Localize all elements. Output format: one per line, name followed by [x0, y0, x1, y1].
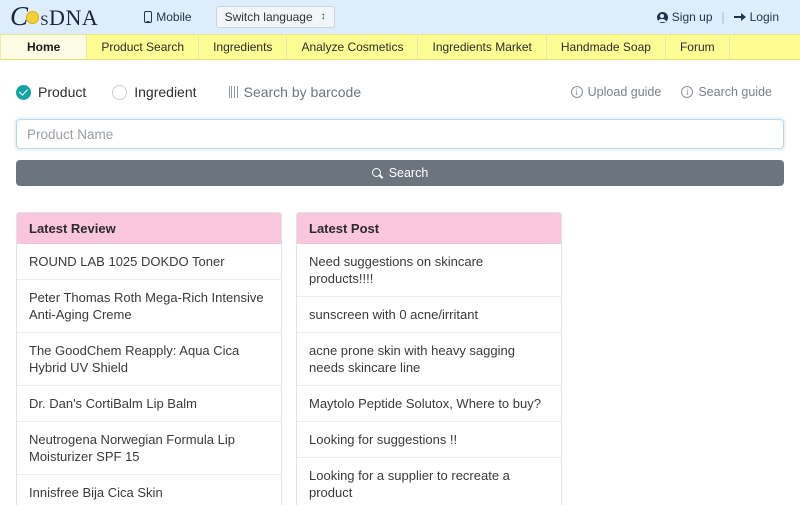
- search-input[interactable]: [16, 119, 784, 149]
- nav-item-home[interactable]: Home: [0, 35, 88, 59]
- search-button[interactable]: Search: [16, 160, 784, 186]
- search-magnifier-icon: [371, 167, 383, 179]
- login-label: Login: [749, 10, 779, 24]
- nav-item-forum[interactable]: Forum: [666, 35, 730, 59]
- nav-filler: [730, 35, 800, 59]
- list-item[interactable]: ROUND LAB 1025 DOKDO Toner: [17, 244, 281, 280]
- barcode-link-label: Search by barcode: [243, 84, 362, 100]
- list-item[interactable]: sunscreen with 0 acne/irritant: [297, 297, 561, 333]
- radio-unchecked-icon: [112, 84, 128, 100]
- list-item[interactable]: Innisfree Bija Cica Skin: [17, 475, 281, 505]
- radio-checked-icon: [16, 84, 31, 100]
- nav-item-handmade-soap[interactable]: Handmade Soap: [547, 35, 666, 59]
- latest-review-panel: Latest Review ROUND LAB 1025 DOKDO Toner…: [16, 212, 282, 505]
- info-circle-icon: i: [681, 86, 694, 98]
- mobile-phone-icon: [144, 11, 153, 23]
- search-input-wrap: [0, 119, 800, 149]
- page-content: Product Ingredient Search by barcode i U…: [0, 60, 800, 505]
- nav-item-ingredients[interactable]: Ingredients: [199, 35, 288, 59]
- mobile-site-link[interactable]: Mobile: [144, 10, 192, 24]
- search-guide-link[interactable]: i Search guide: [681, 85, 772, 99]
- list-item[interactable]: acne prone skin with heavy sagging needs…: [297, 333, 561, 386]
- list-item[interactable]: Looking for a supplier to recreate a pro…: [297, 458, 561, 505]
- search-mode-row: Product Ingredient Search by barcode i U…: [0, 78, 800, 106]
- user-circle-icon: [656, 11, 668, 23]
- latest-review-list: ROUND LAB 1025 DOKDO Toner Peter Thomas …: [17, 244, 281, 505]
- logo-dot-icon: [26, 11, 40, 24]
- list-item[interactable]: Looking for suggestions !!: [297, 422, 561, 458]
- chevron-updown-icon: ↕: [320, 11, 326, 22]
- upload-guide-label: Upload guide: [587, 85, 662, 99]
- login-link[interactable]: Login: [725, 10, 788, 24]
- latest-post-list: Need suggestions on skincare products!!!…: [297, 244, 561, 505]
- list-item[interactable]: Neutrogena Norwegian Formula Lip Moistur…: [17, 422, 281, 475]
- radio-ingredient-label: Ingredient: [134, 84, 197, 100]
- latest-review-title: Latest Review: [17, 213, 281, 244]
- nav-item-ingredients-market[interactable]: Ingredients Market: [418, 35, 547, 59]
- radio-ingredient[interactable]: Ingredient: [112, 84, 197, 100]
- sign-in-arrow-icon: [733, 12, 746, 23]
- radio-product-label: Product: [38, 84, 87, 100]
- logo-text-rest: sDNA: [40, 5, 99, 30]
- search-by-barcode-link[interactable]: Search by barcode: [228, 84, 362, 100]
- nav-item-product-search[interactable]: Product Search: [87, 35, 200, 59]
- list-item[interactable]: Need suggestions on skincare products!!!…: [297, 244, 561, 297]
- list-item[interactable]: Dr. Dan's CortiBalm Lip Balm: [17, 386, 281, 422]
- list-item[interactable]: Maytolo Peptide Solutox, Where to buy?: [297, 386, 561, 422]
- upload-guide-link[interactable]: i Upload guide: [570, 85, 662, 99]
- main-navigation: Home Product Search Ingredients Analyze …: [0, 34, 800, 60]
- info-circle-icon: i: [570, 86, 583, 98]
- top-header-bar: CsDNA Mobile Switch language ↕ Sign up |…: [0, 0, 800, 34]
- latest-post-panel: Latest Post Need suggestions on skincare…: [296, 212, 562, 505]
- list-item[interactable]: Peter Thomas Roth Mega-Rich Intensive An…: [17, 280, 281, 333]
- list-item[interactable]: The GoodChem Reapply: Aqua Cica Hybrid U…: [17, 333, 281, 386]
- site-logo[interactable]: CsDNA: [8, 3, 98, 31]
- panels-row: Latest Review ROUND LAB 1025 DOKDO Toner…: [0, 186, 800, 505]
- guide-links: i Upload guide i Search guide: [570, 85, 784, 99]
- search-button-label: Search: [388, 166, 429, 180]
- signup-link[interactable]: Sign up: [648, 10, 722, 24]
- search-guide-label: Search guide: [698, 85, 772, 99]
- radio-product[interactable]: Product: [16, 84, 86, 100]
- auth-links: Sign up | Login: [648, 10, 788, 24]
- signup-label: Sign up: [671, 10, 713, 24]
- language-switcher-label: Switch language: [224, 10, 313, 24]
- language-switcher-select[interactable]: Switch language ↕: [215, 6, 335, 28]
- latest-post-title: Latest Post: [297, 213, 561, 244]
- mobile-link-label: Mobile: [156, 10, 192, 24]
- nav-item-analyze-cosmetics[interactable]: Analyze Cosmetics: [287, 35, 419, 59]
- barcode-icon: [228, 86, 238, 98]
